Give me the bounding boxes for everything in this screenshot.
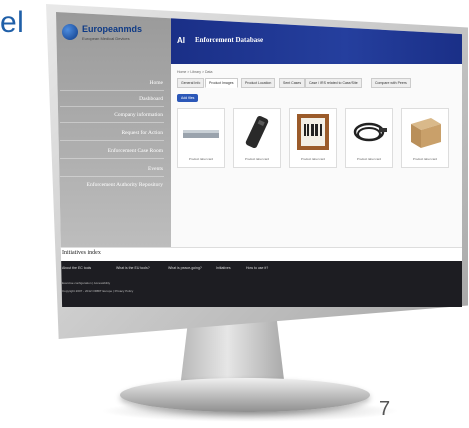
product-label: Product label card [188, 157, 214, 161]
tab-general-info[interactable]: General Info [177, 78, 205, 88]
slide-title-fragment: el [0, 6, 25, 39]
footer-legal-line[interactable]: Exercise configuration | Accessibility [62, 281, 110, 285]
product-label: Product label card [244, 157, 270, 161]
footer-link[interactable]: What is peace-going? [168, 266, 202, 270]
monitor-stand-base [120, 378, 370, 412]
barcode-frame-image-icon [297, 114, 329, 150]
router-image-icon [183, 130, 219, 138]
logo[interactable]: Europeanmds European Medical Devices [62, 22, 162, 62]
footer-link[interactable]: How to use it? [246, 266, 268, 270]
tab-product-location[interactable]: Product Location [241, 78, 276, 88]
sidebar-divider [60, 122, 164, 123]
footer-copyright: Copyright 2007 - 2012 ORBIT Europe | Pri… [62, 289, 134, 293]
main-content: Home > Library > Data General Info Produ… [171, 64, 462, 247]
tab-sent-cases[interactable]: Sent Cases [279, 78, 306, 88]
logo-text: Europeanmds [82, 24, 143, 34]
page-number: 7 [379, 398, 391, 420]
product-card-box[interactable]: Product label card [401, 108, 449, 168]
sidebar-item-request-for-action[interactable]: Request for Action [121, 130, 163, 136]
product-label: Product label card [300, 157, 326, 161]
tab-case-irs[interactable]: Case / IRS related to Case/Site [305, 78, 362, 88]
footer-link[interactable]: Initiatives [216, 266, 231, 270]
sidebar-item-dashboard[interactable]: Dashboard [139, 96, 163, 102]
product-label: Product label card [412, 157, 438, 161]
footer-link[interactable]: About the EC tools [62, 266, 91, 270]
sidebar-item-enforcement-case-room[interactable]: Enforcement Case Room [108, 148, 163, 154]
sidebar-divider [60, 176, 164, 177]
sidebar-item-company-information[interactable]: Company information [114, 112, 163, 118]
add-files-button[interactable]: Add files [177, 94, 199, 102]
product-card-barcode[interactable]: Product label card [289, 108, 337, 168]
tab-compare-with-peers[interactable]: Compare with Peers [371, 78, 411, 88]
app-mark-icon: AI [177, 36, 185, 45]
breadcrumb[interactable]: Home > Library > Data [177, 70, 212, 74]
sidebar-divider [60, 90, 164, 91]
footer: About the EC tools What is the EU tools?… [56, 261, 462, 307]
product-card-router[interactable]: Product label card [177, 108, 225, 168]
box-image-icon [411, 118, 441, 148]
logo-subtitle: European Medical Devices [82, 36, 130, 41]
remote-image-icon [245, 115, 269, 149]
sidebar-divider [60, 158, 164, 159]
sidebar-item-enforcement-authority-repository[interactable]: Enforcement Authority Repository [87, 182, 163, 188]
product-card-remote[interactable]: Product label card [233, 108, 281, 168]
product-card-cable[interactable]: Product label card [345, 108, 393, 168]
sidebar-item-events[interactable]: Events [148, 166, 163, 172]
sidebar: Europeanmds European Medical Devices Hom… [56, 12, 171, 247]
sidebar-divider [60, 140, 164, 141]
sidebar-item-home[interactable]: Home [150, 80, 163, 86]
footer-link[interactable]: What is the EU tools? [116, 266, 150, 270]
monitor-screen: Europeanmds European Medical Devices Hom… [56, 12, 462, 307]
logo-globe-icon [62, 24, 78, 40]
footer-title: Initiatives index [62, 250, 101, 256]
sidebar-divider [60, 106, 164, 107]
tab-product-images[interactable]: Product Images [205, 78, 238, 88]
cable-image-icon [353, 122, 387, 142]
footer-title-bar: Initiatives index [56, 247, 462, 262]
product-label: Product label card [356, 157, 382, 161]
header-title: Enforcement Database [195, 36, 264, 44]
